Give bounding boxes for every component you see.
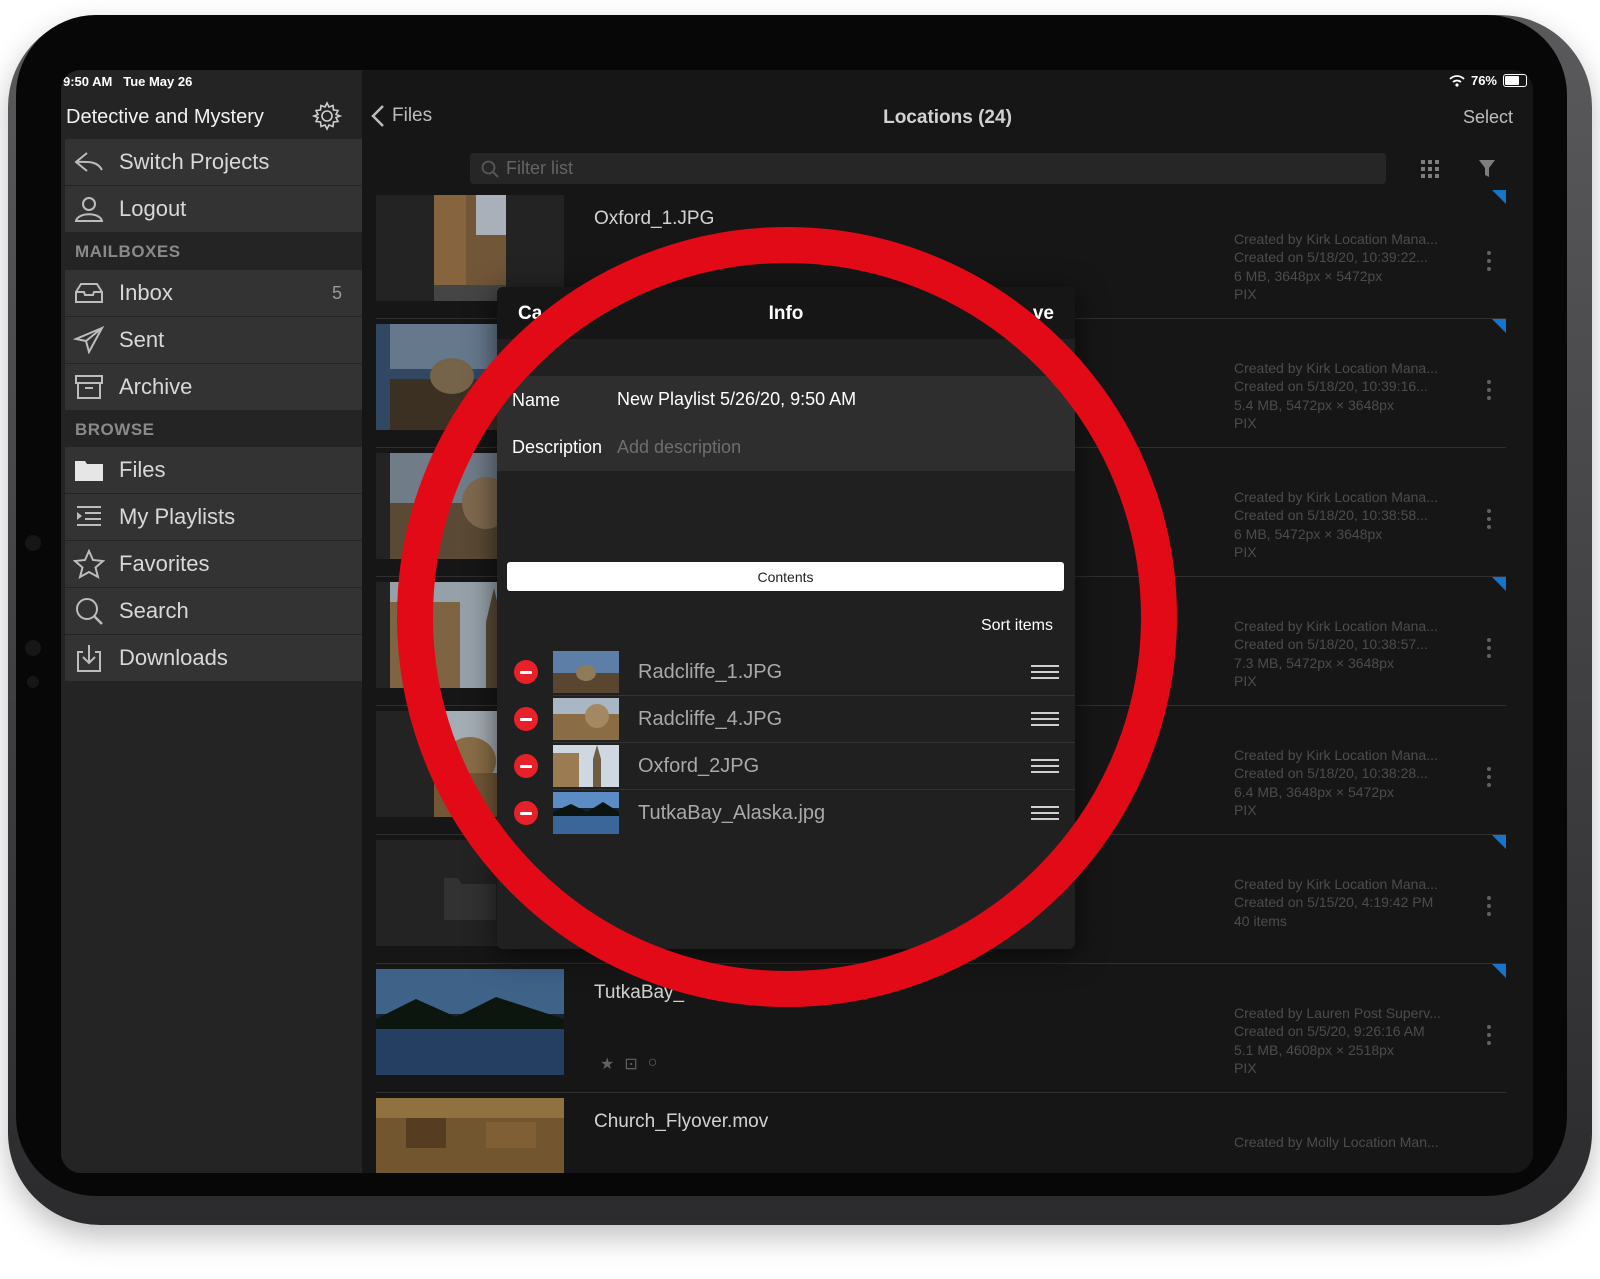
highlight-ring xyxy=(397,227,1177,1007)
